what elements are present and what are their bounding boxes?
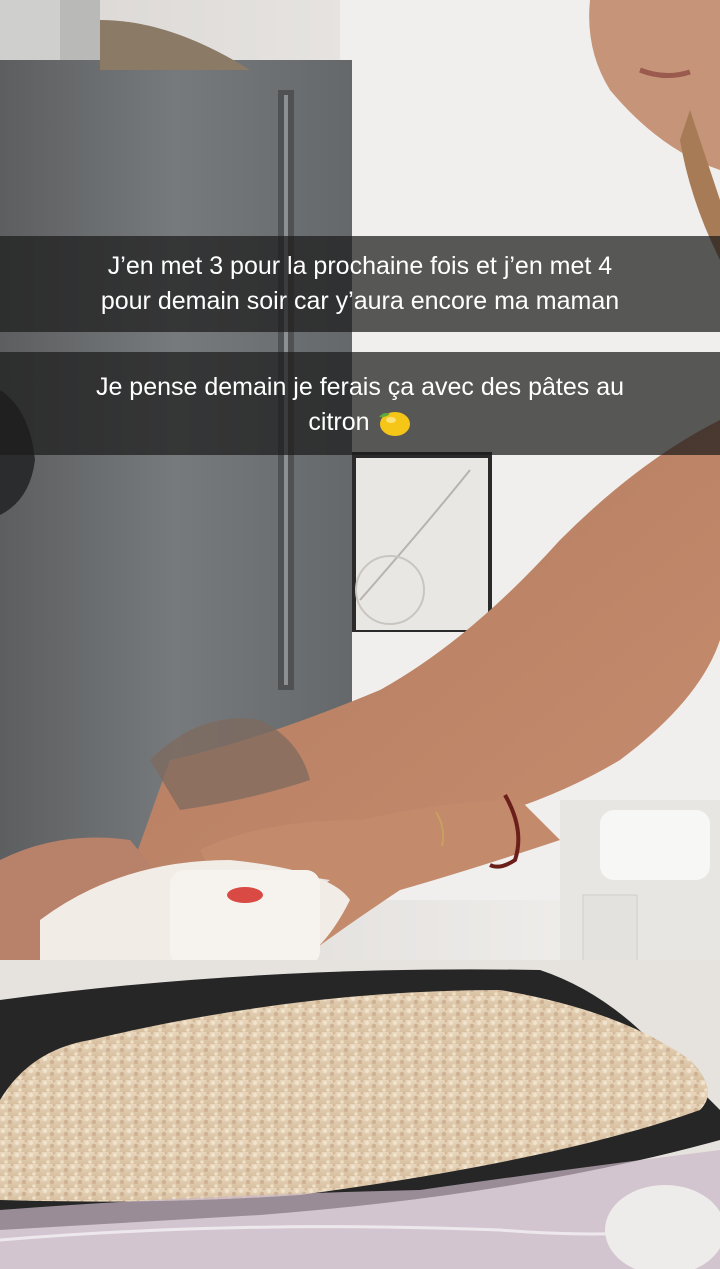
lemon-icon bbox=[378, 412, 410, 437]
caption-2-line-2: citron bbox=[24, 405, 696, 440]
caption-1-line-1: J’en met 3 pour la prochaine fois et j’e… bbox=[107, 252, 613, 280]
caption-bar-2: Je pense demain je ferais ça avec des pâ… bbox=[0, 352, 720, 455]
caption-bar-1: J’en met 3 pour la prochaine fois et j’e… bbox=[0, 236, 720, 332]
caption-2-line-1: Je pense demain je ferais ça avec des pâ… bbox=[95, 373, 625, 401]
kitchen-photo bbox=[0, 0, 720, 1269]
snap-story-frame: J’en met 3 pour la prochaine fois et j’e… bbox=[0, 0, 720, 1269]
caption-2-line-2-text: citron bbox=[308, 408, 370, 436]
caption-1-line-2: pour demain soir car y’aura encore ma ma… bbox=[100, 287, 620, 315]
